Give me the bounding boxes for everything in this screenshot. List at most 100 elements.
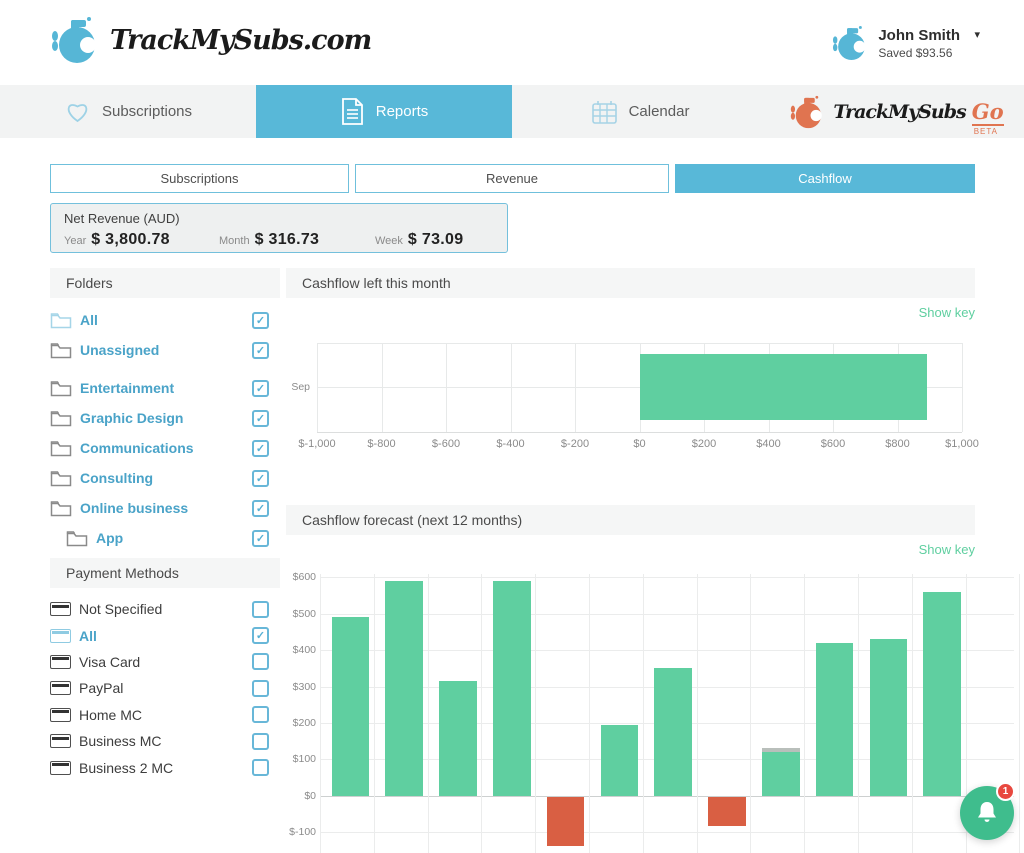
folder-label[interactable]: Online business [80, 500, 252, 516]
payment-method-row[interactable]: All✓ [50, 622, 280, 648]
y-tick-label: $0 [286, 790, 316, 802]
forecast-bar-positive [493, 581, 531, 796]
nav-tab-trackmysubs-go[interactable]: TrackMySubs Go BETA [768, 85, 1024, 138]
user-saved-amount: Saved $93.56 [878, 46, 980, 60]
folder-row[interactable]: App✓ [50, 523, 280, 553]
gridline [962, 343, 963, 432]
payment-method-row[interactable]: Business 2 MC [50, 754, 280, 780]
folder-checkbox[interactable]: ✓ [252, 530, 269, 547]
notification-badge: 1 [996, 782, 1015, 801]
folder-checkbox[interactable]: ✓ [252, 312, 269, 329]
gridline [643, 574, 644, 853]
payment-method-checkbox[interactable] [252, 759, 269, 776]
net-revenue-month: Month$ 316.73 [219, 231, 319, 249]
cashflow-forecast-panel-header: Cashflow forecast (next 12 months) [286, 505, 975, 535]
folder-row[interactable]: Graphic Design✓ [50, 403, 280, 433]
header: TrackMySubs.com John Smith ▾ Saved $93.5… [0, 0, 1024, 85]
payment-method-label[interactable]: Home MC [79, 707, 252, 723]
folder-label[interactable]: Entertainment [80, 380, 252, 396]
y-tick-label: $-100 [286, 826, 316, 838]
folder-label[interactable]: App [96, 530, 252, 546]
y-tick-label: $200 [286, 717, 316, 729]
forecast-bar-negative [708, 797, 746, 826]
user-menu[interactable]: John Smith ▾ Saved $93.56 [830, 22, 980, 64]
x-tick-label: $-600 [416, 438, 476, 450]
nav-tab-calendar[interactable]: Calendar [512, 85, 768, 138]
payment-method-label[interactable]: Business 2 MC [79, 760, 252, 776]
folder-checkbox[interactable]: ✓ [252, 380, 269, 397]
payment-method-label[interactable]: Visa Card [79, 654, 252, 670]
gridline [804, 574, 805, 853]
payment-method-row[interactable]: Business MC [50, 728, 280, 754]
show-key-link-1[interactable]: Show key [845, 305, 975, 320]
x-tick-label: $-400 [481, 438, 541, 450]
logo[interactable]: TrackMySubs.com [48, 12, 371, 68]
subtab-revenue[interactable]: Revenue [355, 164, 669, 193]
gridline [1019, 574, 1020, 853]
subtab-cashflow[interactable]: Cashflow [675, 164, 975, 193]
credit-card-icon [50, 629, 71, 643]
credit-card-icon [50, 681, 71, 695]
folder-icon [50, 341, 72, 359]
nav-tab-reports[interactable]: Reports [256, 85, 512, 138]
folder-checkbox[interactable]: ✓ [252, 440, 269, 457]
x-tick-label: $600 [803, 438, 863, 450]
net-revenue-week: Week$ 73.09 [375, 231, 463, 249]
folder-checkbox[interactable]: ✓ [252, 342, 269, 359]
y-tick-label: $100 [286, 753, 316, 765]
payment-method-checkbox[interactable]: ✓ [252, 627, 269, 644]
gridline [320, 574, 321, 853]
y-category-label: Sep [286, 381, 310, 393]
folder-row[interactable]: Consulting✓ [50, 463, 280, 493]
payment-method-label[interactable]: PayPal [79, 680, 252, 696]
folder-row[interactable]: Entertainment✓ [50, 373, 280, 403]
forecast-bar-positive [870, 639, 908, 796]
folder-row[interactable]: Communications✓ [50, 433, 280, 463]
payment-method-row[interactable]: Home MC [50, 702, 280, 728]
chevron-down-icon: ▾ [974, 29, 980, 41]
subtab-label: Revenue [486, 171, 538, 186]
gridline [320, 796, 1014, 797]
payment-method-checkbox[interactable] [252, 601, 269, 618]
gridline [750, 574, 751, 853]
folder-row[interactable]: All✓ [50, 305, 280, 335]
x-tick-label: $200 [674, 438, 734, 450]
net-revenue-box: Net Revenue (AUD) Year$ 3,800.78 Month$ … [50, 203, 508, 253]
payment-method-row[interactable]: Not Specified [50, 596, 280, 622]
calendar-icon [591, 99, 618, 125]
folder-icon [50, 469, 72, 487]
subtab-label: Cashflow [798, 171, 851, 186]
payment-method-label[interactable]: All [79, 628, 252, 644]
payment-method-row[interactable]: Visa Card [50, 649, 280, 675]
folder-row[interactable]: Online business✓ [50, 493, 280, 523]
folder-checkbox[interactable]: ✓ [252, 470, 269, 487]
nav-tab-subscriptions[interactable]: Subscriptions [0, 85, 256, 138]
cashflow-left-panel-header: Cashflow left this month [286, 268, 975, 298]
payment-method-checkbox[interactable] [252, 733, 269, 750]
folder-label[interactable]: Graphic Design [80, 410, 252, 426]
gridline [428, 574, 429, 853]
folder-label[interactable]: Communications [80, 440, 252, 456]
payment-method-checkbox[interactable] [252, 653, 269, 670]
payment-method-label[interactable]: Business MC [79, 733, 252, 749]
credit-card-icon [50, 602, 71, 616]
nav-label: Subscriptions [102, 103, 192, 120]
folder-label[interactable]: Unassigned [80, 342, 252, 358]
folder-label[interactable]: Consulting [80, 470, 252, 486]
forecast-bar-positive [816, 643, 854, 796]
payment-method-checkbox[interactable] [252, 680, 269, 697]
gridline [511, 343, 512, 432]
folder-checkbox[interactable]: ✓ [252, 410, 269, 427]
payment-method-label[interactable]: Not Specified [79, 601, 252, 617]
notifications-button[interactable]: 1 [960, 786, 1014, 840]
net-revenue-title: Net Revenue (AUD) [64, 211, 180, 226]
heart-icon [64, 99, 91, 124]
subtab-subscriptions[interactable]: Subscriptions [50, 164, 349, 193]
payment-method-row[interactable]: PayPal [50, 675, 280, 701]
folder-label[interactable]: All [80, 312, 252, 328]
folder-checkbox[interactable]: ✓ [252, 500, 269, 517]
folder-row[interactable]: Unassigned✓ [50, 335, 280, 365]
show-key-link-2[interactable]: Show key [845, 542, 975, 557]
payment-method-checkbox[interactable] [252, 706, 269, 723]
payment-methods-header: Payment Methods [50, 558, 280, 588]
